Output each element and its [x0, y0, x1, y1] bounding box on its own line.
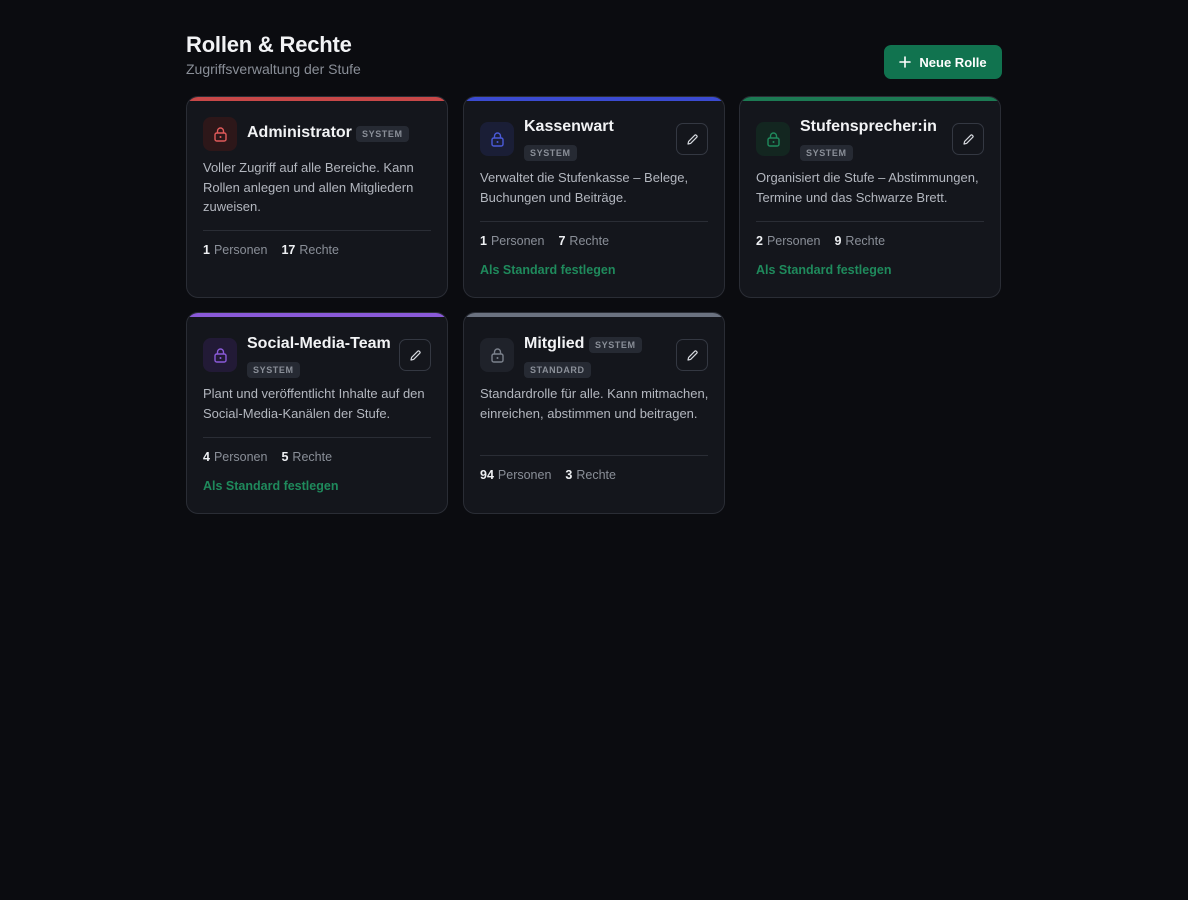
- new-role-label: Neue Rolle: [919, 54, 987, 70]
- pencil-icon: [409, 349, 422, 362]
- role-stats: 1 Personen 17 Rechte: [203, 243, 339, 257]
- role-name: Kassenwart: [524, 118, 614, 135]
- role-accent-bar: [464, 97, 724, 101]
- role-stats: 94 Personen 3 Rechte: [480, 468, 616, 482]
- badge-row: SYSTEM: [247, 362, 300, 378]
- new-role-button[interactable]: Neue Rolle: [884, 45, 1002, 79]
- set-standard-link[interactable]: Als Standard festlegen: [203, 479, 338, 493]
- role-card-mitglied: Mitglied SYSTEM STANDARD Standardrolle f…: [463, 312, 725, 514]
- lock-icon: [203, 117, 237, 151]
- system-badge: SYSTEM: [589, 337, 642, 353]
- plus-icon: [899, 54, 912, 71]
- divider: [480, 455, 708, 456]
- set-standard-link[interactable]: Als Standard festlegen: [756, 263, 891, 277]
- pencil-icon: [686, 133, 699, 146]
- role-accent-bar: [464, 313, 724, 317]
- role-card-administrator: Administrator SYSTEM Voller Zugriff auf …: [186, 96, 448, 298]
- role-description: Plant und veröffentlicht Inhalte auf den…: [203, 386, 425, 421]
- role-description: Verwaltet die Stufenkasse – Belege, Buch…: [480, 170, 689, 205]
- edit-role-button[interactable]: [399, 339, 431, 371]
- personen-stat: 1 Personen: [203, 243, 268, 257]
- rechte-stat: 7 Rechte: [558, 234, 610, 248]
- edit-role-button[interactable]: [952, 123, 984, 155]
- personen-stat: 1 Personen: [480, 234, 545, 248]
- roles-page: Rollen & Rechte Zugriffsverwaltung der S…: [186, 32, 1002, 576]
- lock-icon: [480, 338, 514, 372]
- role-accent-bar: [740, 97, 1000, 101]
- rechte-stat: 5 Rechte: [281, 450, 333, 464]
- role-name: Mitglied: [524, 335, 585, 352]
- pencil-icon: [686, 349, 699, 362]
- role-name: Administrator: [247, 124, 352, 141]
- roles-grid: Administrator SYSTEM Voller Zugriff auf …: [186, 96, 1002, 576]
- personen-stat: 2 Personen: [756, 234, 821, 248]
- role-stats: 2 Personen 9 Rechte: [756, 234, 885, 248]
- lock-icon: [203, 338, 237, 372]
- divider: [756, 221, 984, 222]
- divider: [203, 437, 431, 438]
- system-badge: SYSTEM: [800, 145, 853, 161]
- role-card-social-media-team: Social-Media-Team SYSTEM Plant und veröf…: [186, 312, 448, 514]
- pencil-icon: [962, 133, 975, 146]
- badge-row: SYSTEM: [524, 145, 577, 161]
- personen-stat: 4 Personen: [203, 450, 268, 464]
- rechte-stat: 9 Rechte: [834, 234, 886, 248]
- divider: [203, 230, 431, 231]
- divider: [480, 221, 708, 222]
- system-badge: SYSTEM: [524, 145, 577, 161]
- lock-icon: [480, 122, 514, 156]
- edit-role-button[interactable]: [676, 123, 708, 155]
- system-badge: SYSTEM: [356, 126, 409, 142]
- page-subtitle: Zugriffsverwaltung der Stufe: [186, 61, 361, 77]
- edit-role-button[interactable]: [676, 339, 708, 371]
- role-description: Voller Zugriff auf alle Bereiche. Kann R…: [203, 160, 414, 214]
- badge-row: STANDARD: [524, 362, 591, 378]
- role-description: Organisiert die Stufe – Abstimmungen, Te…: [756, 170, 979, 205]
- standard-badge: STANDARD: [524, 362, 591, 378]
- role-accent-bar: [187, 313, 447, 317]
- role-name: Social-Media-Team: [247, 335, 391, 352]
- page-header: Rollen & Rechte Zugriffsverwaltung der S…: [186, 32, 1002, 96]
- role-description: Standardrolle für alle. Kann mitmachen, …: [480, 386, 709, 421]
- personen-stat: 94 Personen: [480, 468, 552, 482]
- role-card-kassenwart: Kassenwart SYSTEM Verwaltet die Stufenka…: [463, 96, 725, 298]
- badge-row: SYSTEM: [800, 145, 853, 161]
- role-card-stufensprecher: Stufensprecher:in SYSTEM Organisiert die…: [739, 96, 1001, 298]
- role-name: Stufensprecher:in: [800, 118, 937, 135]
- rechte-stat: 3 Rechte: [565, 468, 616, 482]
- set-standard-link[interactable]: Als Standard festlegen: [480, 263, 615, 277]
- system-badge: SYSTEM: [247, 362, 300, 378]
- role-stats: 1 Personen 7 Rechte: [480, 234, 609, 248]
- page-title: Rollen & Rechte: [186, 32, 352, 57]
- role-accent-bar: [187, 97, 447, 101]
- lock-icon: [756, 122, 790, 156]
- rechte-stat: 17 Rechte: [281, 243, 339, 257]
- role-stats: 4 Personen 5 Rechte: [203, 450, 332, 464]
